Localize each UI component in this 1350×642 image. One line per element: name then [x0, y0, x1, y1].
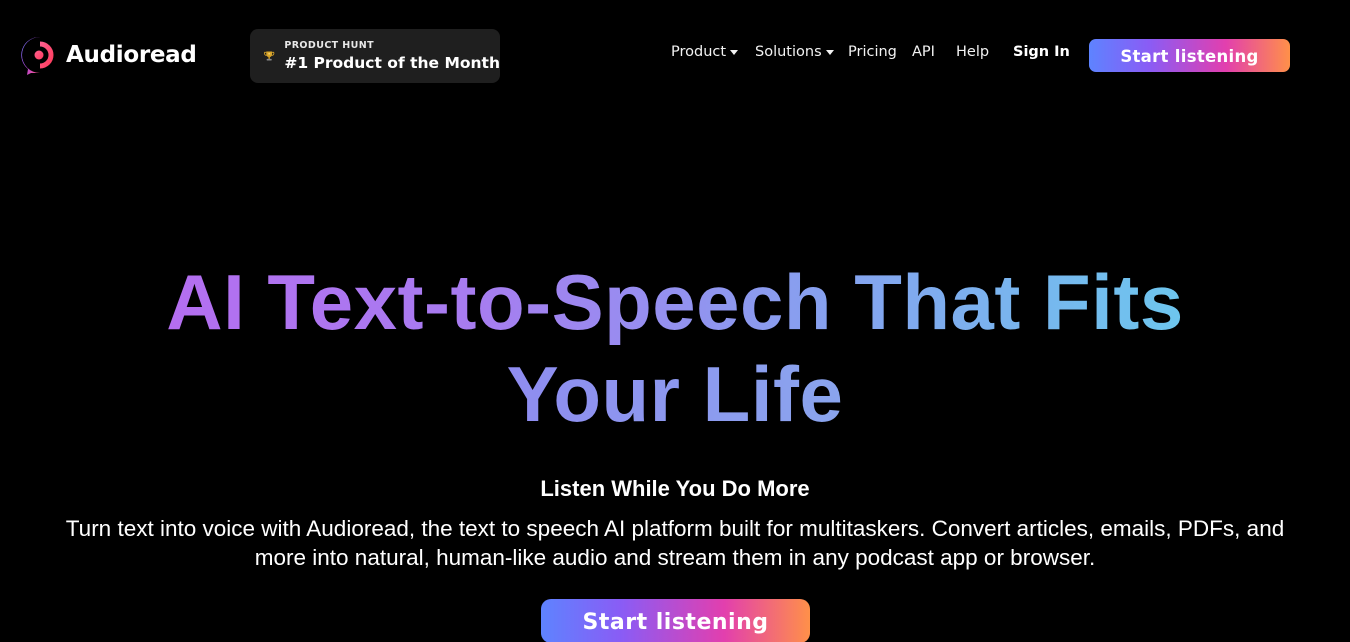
sign-in-link[interactable]: Sign In — [1013, 44, 1070, 60]
nav-item-label: API — [912, 44, 935, 60]
nav-item-label: Help — [956, 44, 990, 60]
audioread-logo-icon — [21, 36, 54, 75]
brand-name: Audioread — [66, 42, 197, 68]
nav-item-pricing[interactable]: Pricing — [848, 42, 897, 62]
nav-item-label: Pricing — [848, 44, 897, 60]
landing-page: Audioread PRODUCT HUNT #1 Product of the… — [0, 0, 1350, 642]
hero-title: AI Text-to-Speech That Fits Your Life — [0, 256, 1350, 440]
header-start-listening-button[interactable]: Start listening — [1089, 39, 1290, 72]
chevron-down-icon — [730, 49, 739, 55]
nav-item-solutions[interactable]: Solutions — [755, 42, 834, 62]
hero-description: Turn text into voice with Audioread, the… — [65, 516, 1285, 570]
badge-kicker: PRODUCT HUNT — [284, 40, 374, 51]
nav-item-help[interactable]: Help — [956, 42, 989, 62]
chevron-down-icon — [825, 49, 834, 55]
nav-item-product[interactable]: Product — [671, 42, 739, 62]
hero-subheading: Listen While You Do More — [540, 476, 810, 501]
badge-title: #1 Product of the Month — [284, 53, 500, 72]
nav-item-label: Solutions — [755, 44, 822, 60]
hero-title-line-1: AI Text-to-Speech That Fits — [166, 258, 1184, 346]
trophy-icon — [264, 51, 275, 61]
brand-logo[interactable]: Audioread — [19, 34, 197, 76]
nav-item-api[interactable]: API — [912, 42, 935, 62]
nav-item-label: Product — [671, 44, 727, 60]
product-hunt-badge[interactable]: PRODUCT HUNT #1 Product of the Month — [250, 29, 500, 83]
hero-title-line-2: Your Life — [506, 350, 844, 438]
hero-start-listening-button[interactable]: Start listening — [541, 599, 810, 642]
